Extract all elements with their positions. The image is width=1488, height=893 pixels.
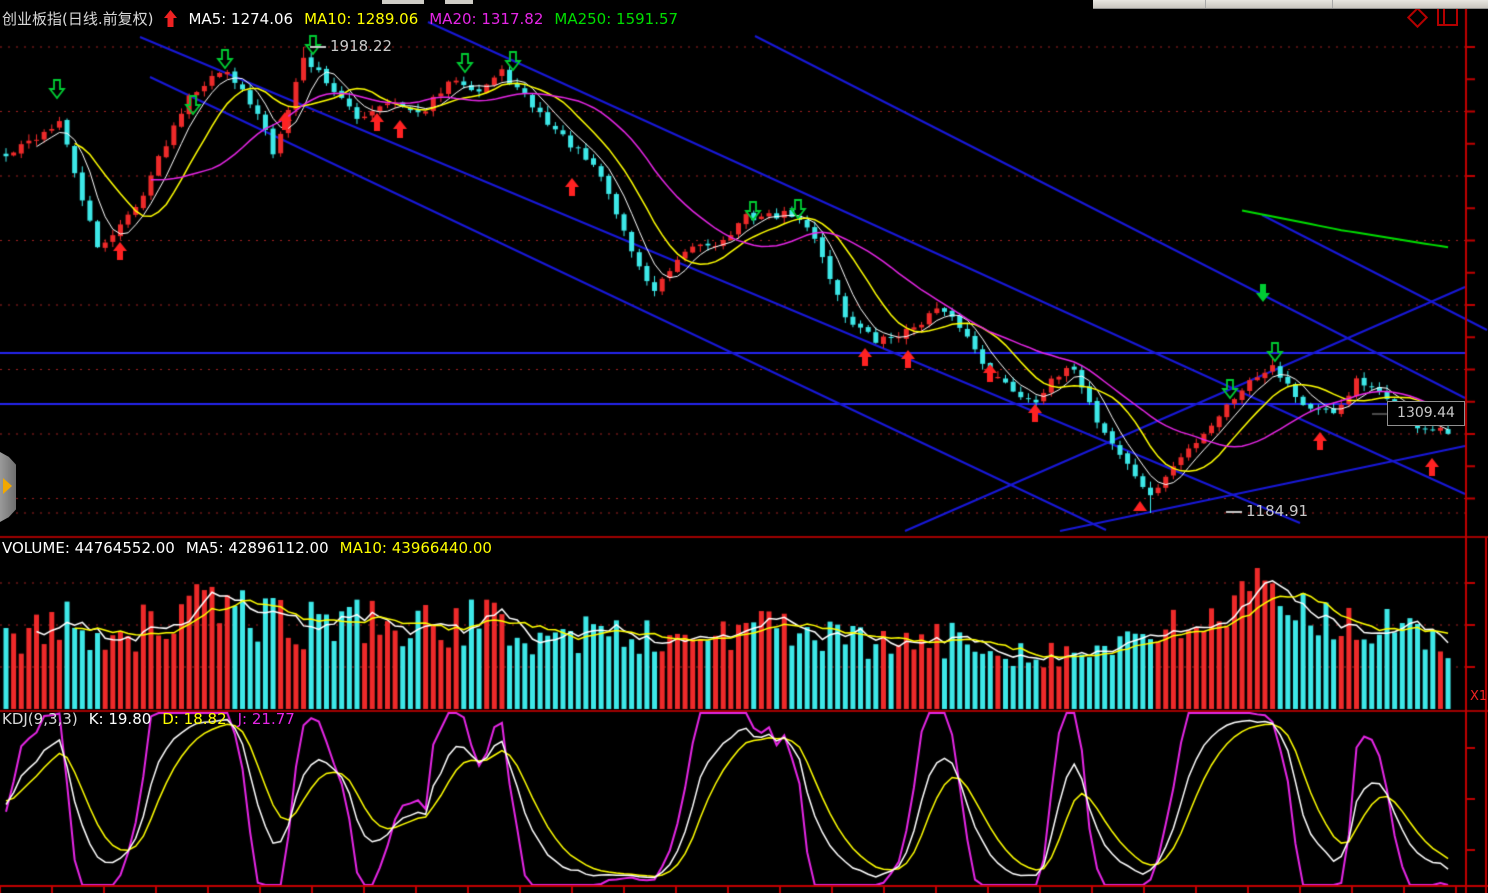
ma250-value: MA250: 1591.57 [554, 10, 678, 28]
main-chart-header: 创业板指(日线.前复权) MA5: 1274.06 MA10: 1289.06 MA2… [2, 8, 689, 31]
kdj-header: KDJ(9,3,3) K: 19.80 D: 18.82 J: 21.77 [2, 710, 306, 728]
expand-side-panel-tab[interactable] [0, 452, 16, 522]
window-split-icon[interactable] [1437, 7, 1458, 26]
titlebar-divider [1332, 0, 1333, 8]
titlebar-divider [1205, 0, 1206, 8]
background-window-fragment [382, 0, 424, 4]
ma10-value: MA10: 1289.06 [304, 10, 418, 28]
up-arrow-icon [164, 10, 177, 31]
low-price-label: 1184.91 [1246, 502, 1308, 520]
window-titlebar-strip[interactable] [1093, 0, 1488, 9]
last-price-label: 1309.44 [1387, 401, 1465, 426]
kdj-j-value: J: 21.77 [238, 710, 295, 728]
chart-canvas[interactable] [0, 0, 1488, 893]
volume-ma5-value: MA5: 42896112.00 [186, 539, 329, 557]
background-window-fragment [445, 0, 473, 4]
stock-chart-window: 创业板指(日线.前复权) MA5: 1274.06 MA10: 1289.06 MA2… [0, 0, 1488, 893]
volume-value: VOLUME: 44764552.00 [2, 539, 175, 557]
high-price-label: 1918.22 [330, 37, 392, 55]
ma5-value: MA5: 1274.06 [188, 10, 293, 28]
kdj-d-value: D: 18.82 [162, 710, 226, 728]
volume-header: VOLUME: 44764552.00 MA5: 42896112.00 MA10:… [2, 539, 503, 557]
ma20-value: MA20: 1317.82 [429, 10, 543, 28]
kdj-title: KDJ(9,3,3) [2, 710, 78, 728]
volume-ma10-value: MA10: 43966440.00 [340, 539, 492, 557]
kdj-k-value: K: 19.80 [89, 710, 152, 728]
expand-panel-arrow-icon [3, 478, 12, 494]
symbol-title: 创业板指(日线.前复权) [2, 10, 153, 28]
scale-x1-label[interactable]: X1 [1470, 689, 1487, 704]
